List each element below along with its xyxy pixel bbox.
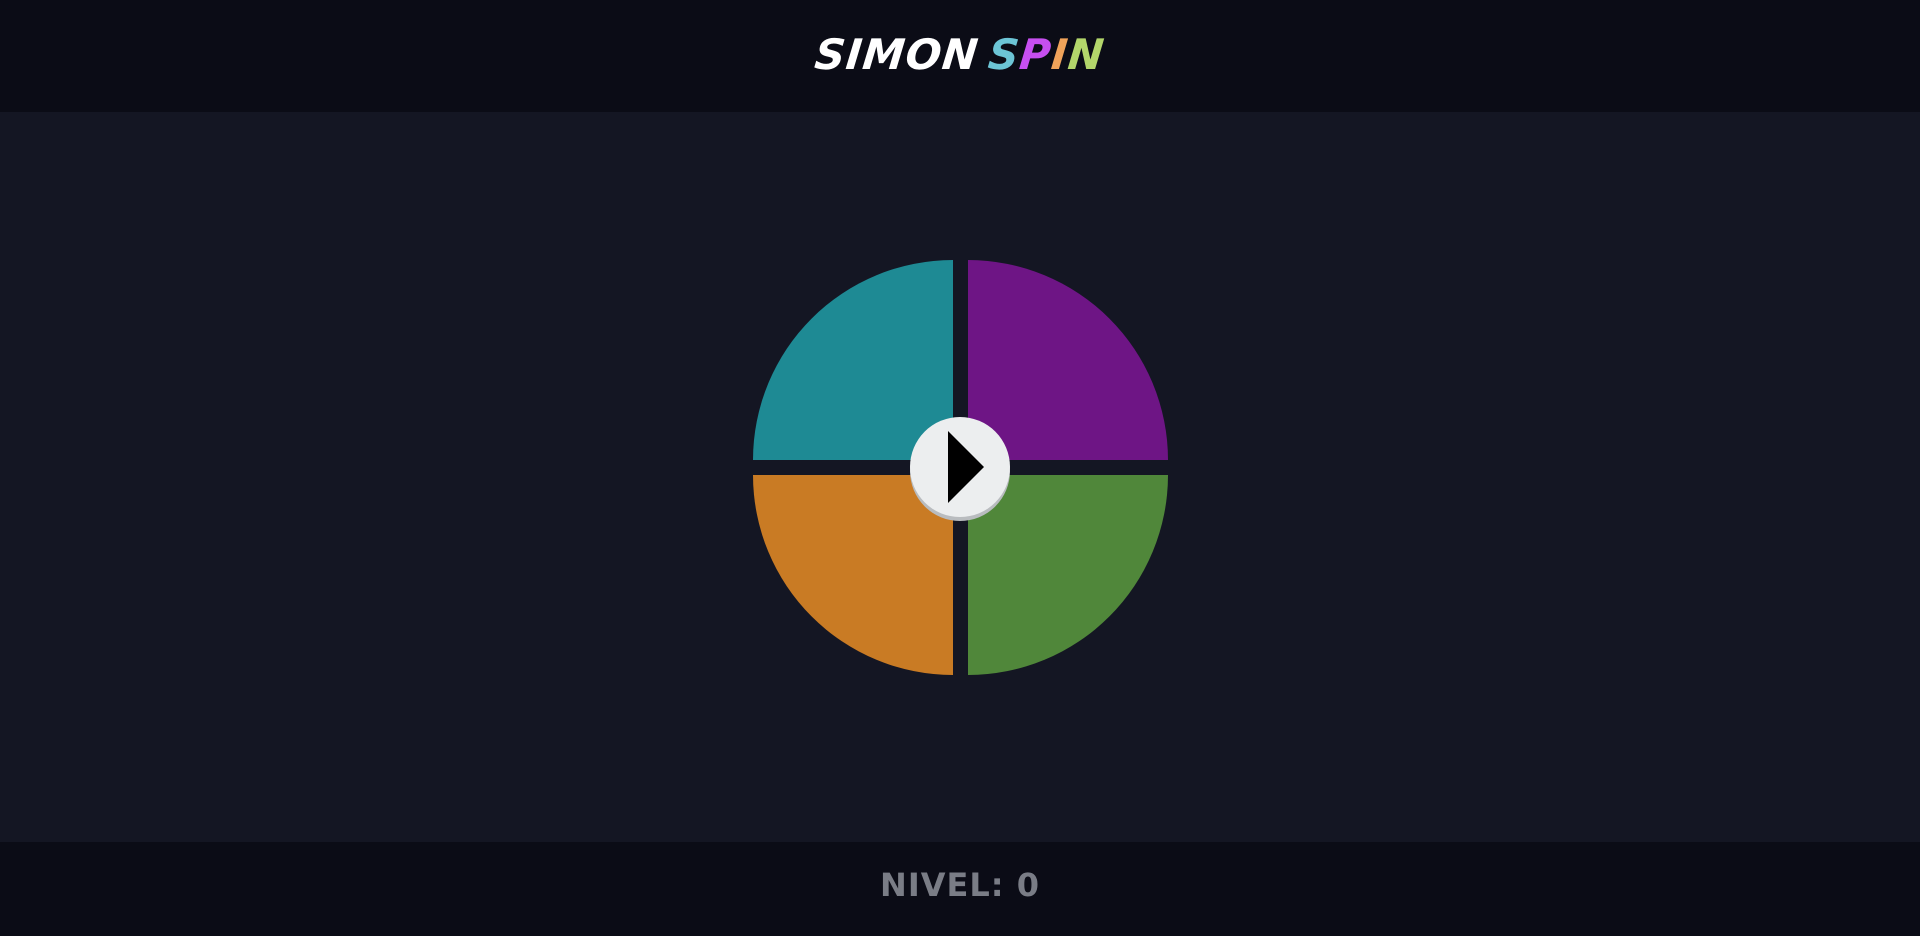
footer: NIVEL: 0 bbox=[0, 842, 1920, 936]
simon-board bbox=[753, 260, 1168, 675]
level-label: NIVEL: bbox=[880, 866, 1005, 904]
title-word-spin: SPIN bbox=[986, 30, 1107, 79]
level-value: 0 bbox=[1016, 866, 1040, 904]
play-button[interactable] bbox=[910, 417, 1010, 517]
title-letter-p: P bbox=[1017, 30, 1055, 79]
title-letter-s: S bbox=[986, 30, 1023, 79]
quadrant-purple[interactable] bbox=[968, 260, 1168, 460]
play-icon bbox=[948, 431, 984, 503]
game-title: SIMON SPIN bbox=[813, 30, 1108, 79]
quadrant-green[interactable] bbox=[968, 475, 1168, 675]
simon-spin-app: SIMON SPIN NIVEL: 0 bbox=[0, 0, 1920, 936]
level-indicator: NIVEL: 0 bbox=[880, 866, 1040, 904]
title-letter-n: N bbox=[1066, 30, 1108, 79]
title-word-simon: SIMON bbox=[812, 30, 982, 79]
quadrant-teal[interactable] bbox=[753, 260, 953, 460]
header: SIMON SPIN bbox=[0, 0, 1920, 112]
quadrant-orange[interactable] bbox=[753, 475, 953, 675]
